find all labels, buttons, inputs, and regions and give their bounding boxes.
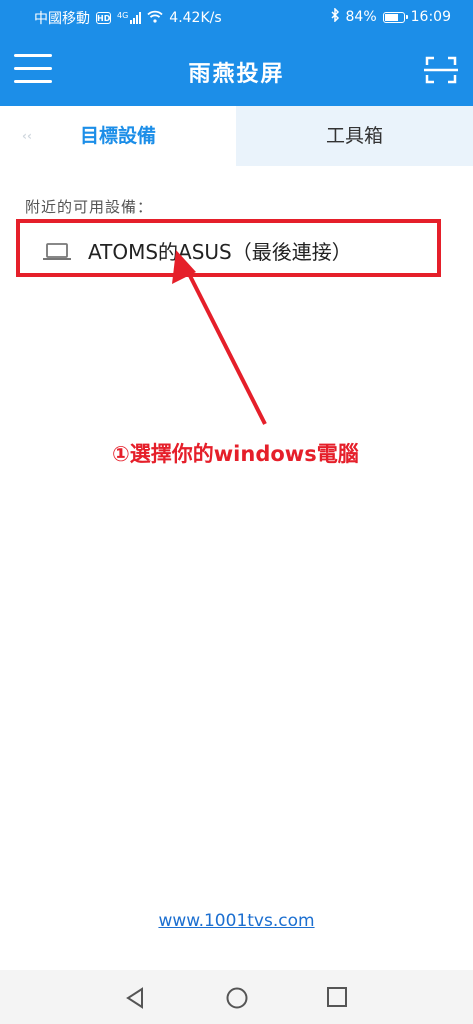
wifi-icon — [147, 10, 163, 27]
tab-label: 工具箱 — [325, 125, 383, 147]
tab-target-devices[interactable]: ‹‹ 目標設備 — [0, 106, 236, 166]
battery-icon — [382, 11, 408, 23]
status-right: 84% 16:09 — [330, 7, 451, 26]
scan-icon[interactable] — [423, 54, 459, 86]
website-link[interactable]: www.1001tvs.com — [0, 911, 473, 931]
arrow-line — [181, 261, 267, 425]
home-circle-icon[interactable] — [225, 986, 249, 1014]
app-bar: 雨燕投屏 — [0, 34, 473, 106]
device-name: ATOMS的ASUS（最後連接） — [88, 240, 352, 264]
network-speed: 4.42K/s — [169, 10, 222, 26]
tab-bar: ‹‹ 目標設備 工具箱 — [0, 106, 473, 166]
navigation-bar — [0, 970, 473, 1024]
faded-chevron-icon: ‹‹ — [22, 129, 32, 143]
carrier-name: 中國移動 — [34, 11, 90, 27]
tab-label: 目標設備 — [79, 125, 156, 147]
bluetooth-icon — [330, 7, 340, 26]
status-left: 中國移動 HD 4G 4.42K/s — [34, 8, 222, 28]
network-type: 4G — [117, 11, 129, 20]
app-title: 雨燕投屏 — [188, 62, 285, 87]
back-triangle-icon[interactable] — [124, 986, 146, 1014]
device-item[interactable]: ATOMS的ASUS（最後連接） — [16, 219, 441, 277]
recents-square-icon[interactable] — [326, 986, 348, 1012]
status-bar: 中國移動 HD 4G 4.42K/s 84% 16:09 — [0, 0, 473, 34]
tab-toolbox[interactable]: 工具箱 — [236, 106, 473, 166]
clock: 16:09 — [410, 9, 451, 25]
annotation-label: ①選擇你的windows電腦 — [112, 442, 359, 466]
nearby-devices-label: 附近的可用設備： — [25, 198, 154, 216]
hd-badge: HD — [96, 12, 111, 24]
signal-icon: 4G — [117, 11, 142, 24]
battery-percent: 84% — [345, 9, 377, 25]
laptop-icon — [42, 242, 72, 266]
